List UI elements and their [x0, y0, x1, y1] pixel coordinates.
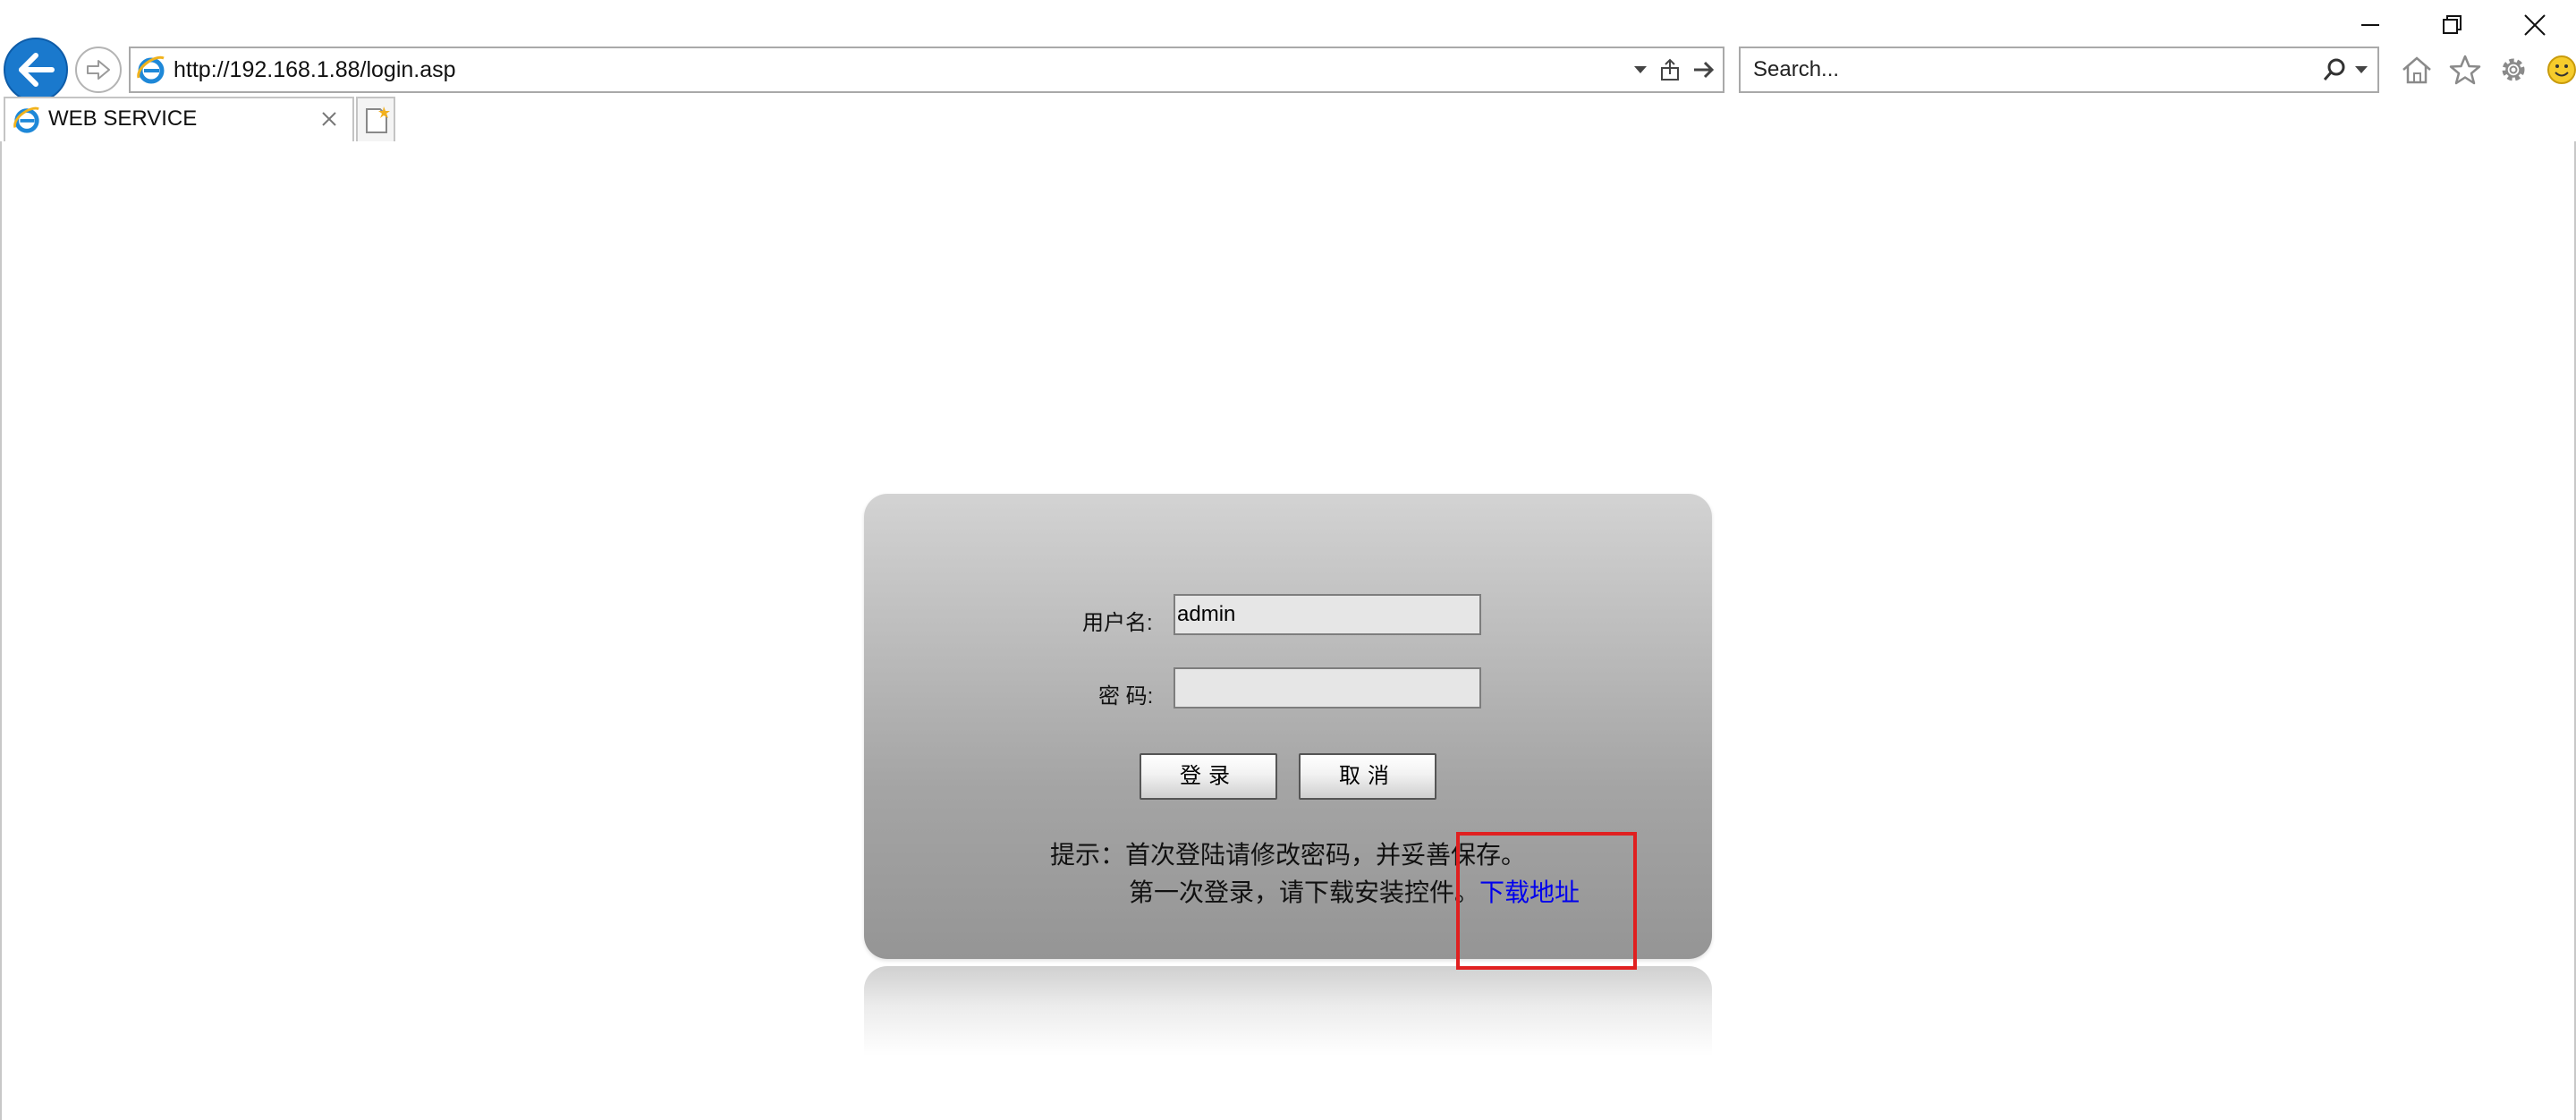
navigation-bar: http://192.168.1.88/login.asp Search...	[0, 36, 2576, 104]
address-url[interactable]: http://192.168.1.88/login.asp	[174, 48, 456, 91]
gear-icon	[2502, 58, 2525, 81]
dropdown-icon[interactable]	[1633, 65, 1648, 74]
hint-text: 提示：首次登陆请修改密码，并妥善保存。	[1050, 841, 1527, 869]
feedback-button[interactable]	[2542, 50, 2576, 89]
favorites-button[interactable]	[2445, 50, 2485, 89]
home-icon	[2402, 56, 2431, 84]
address-bar[interactable]: http://192.168.1.88/login.asp	[129, 47, 1724, 93]
highlight-annotation-box	[1456, 832, 1637, 970]
search-input[interactable]: Search...	[1753, 48, 1839, 91]
search-icon[interactable]	[2322, 57, 2347, 82]
page-viewport: 用户名: 密 码: 登录 取消 提示：首次登陆请修改密码，并妥善保存。 第一次登…	[0, 141, 2576, 1120]
dropdown-icon[interactable]	[2354, 65, 2368, 74]
password-label: 密 码:	[1098, 684, 1154, 708]
compatibility-view-icon[interactable]	[1660, 58, 1680, 81]
smiley-icon	[2547, 55, 2576, 84]
tab-bar: WEB SERVICE	[0, 95, 2576, 143]
search-bar[interactable]: Search...	[1739, 47, 2379, 93]
download-hint-text: 第一次登录，请下载安装控件。	[1129, 878, 1480, 906]
login-panel-reflection	[864, 966, 1712, 1056]
forward-arrow-icon	[87, 60, 110, 80]
ie-logo-icon	[137, 55, 165, 84]
go-arrow-icon[interactable]	[1692, 60, 1716, 80]
tab-web-service[interactable]: WEB SERVICE	[4, 97, 354, 141]
login-button[interactable]: 登录	[1140, 753, 1277, 800]
search-tools	[2322, 48, 2368, 91]
back-button[interactable]	[4, 38, 68, 102]
close-icon	[2524, 14, 2546, 36]
cancel-button[interactable]: 取消	[1299, 753, 1436, 800]
tools-button[interactable]	[2494, 50, 2533, 89]
forward-button[interactable]	[75, 47, 122, 93]
username-input[interactable]	[1174, 594, 1481, 635]
address-tools	[1633, 48, 1716, 91]
ie-logo-icon	[13, 106, 39, 133]
password-input[interactable]	[1174, 667, 1481, 708]
home-button[interactable]	[2397, 50, 2436, 89]
minimize-icon	[2361, 24, 2379, 26]
new-tab-button[interactable]	[356, 97, 395, 141]
back-arrow-icon	[19, 53, 55, 87]
star-icon	[2449, 55, 2481, 85]
new-tab-icon	[366, 106, 390, 133]
username-label: 用户名:	[1082, 611, 1153, 635]
tab-close-icon[interactable]	[317, 106, 342, 132]
restore-icon	[2443, 15, 2462, 34]
toolbar-icons	[2397, 48, 2576, 91]
tab-title: WEB SERVICE	[48, 106, 198, 131]
